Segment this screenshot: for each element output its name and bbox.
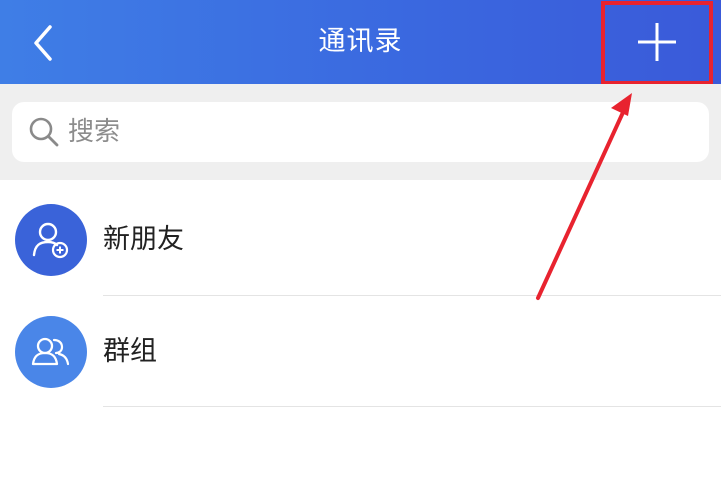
add-contact-button[interactable] bbox=[604, 4, 710, 80]
plus-icon bbox=[638, 23, 676, 61]
new-friend-icon bbox=[32, 222, 69, 259]
group-icon bbox=[31, 337, 70, 366]
new-friend-avatar bbox=[15, 204, 87, 276]
list-item-label: 群组 bbox=[103, 336, 157, 367]
list-item-groups[interactable]: 群组 bbox=[0, 296, 721, 408]
list-item-label: 新朋友 bbox=[103, 224, 184, 255]
search-icon bbox=[26, 114, 62, 150]
chevron-left-icon bbox=[34, 25, 52, 61]
back-button[interactable] bbox=[18, 18, 68, 68]
search-input[interactable] bbox=[68, 117, 668, 147]
list-item-new-friends[interactable]: 新朋友 bbox=[0, 184, 721, 296]
search-bar[interactable] bbox=[12, 102, 709, 162]
divider bbox=[103, 406, 721, 407]
group-avatar bbox=[15, 316, 87, 388]
nav-bar: 通讯录 bbox=[0, 0, 721, 84]
